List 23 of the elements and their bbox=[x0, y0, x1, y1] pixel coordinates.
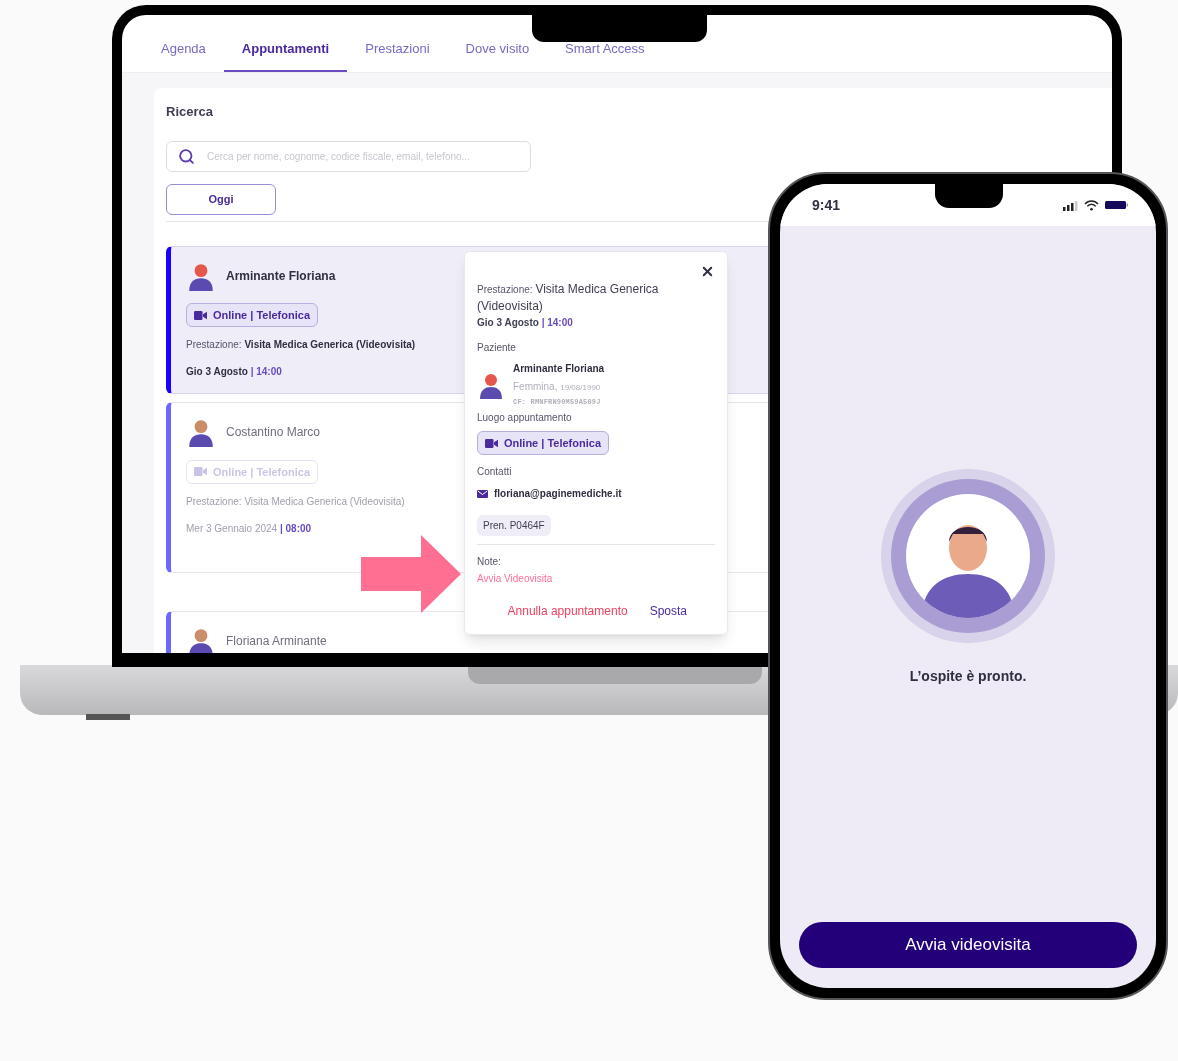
guest-ready-message: L’ospite è pronto. bbox=[909, 667, 1027, 686]
search-title: Ricerca bbox=[166, 103, 214, 121]
location-badge: Online | Telefonica bbox=[186, 459, 318, 484]
patient-name: Floriana Arminante bbox=[226, 633, 327, 650]
service-text: Prestazione: Visita Medica Generica (Videovisita) bbox=[186, 338, 416, 353]
status-time: 9:41 bbox=[812, 195, 841, 215]
patient-label: Paziente bbox=[477, 341, 517, 355]
appointment-datetime: Mer 3 Gennaio 2024 | 08:00 bbox=[186, 522, 312, 536]
location-badge: Online | Telefonica bbox=[186, 302, 318, 328]
patient-details: Femmina, 19/08/1990 bbox=[513, 380, 602, 394]
booking-code-badge: Pren. P0464F bbox=[477, 515, 551, 537]
notes-label: Note: bbox=[477, 555, 502, 570]
patient-name: Arminante Floriana bbox=[513, 362, 605, 376]
patient-name: Arminante Floriana bbox=[226, 267, 336, 285]
location-label: Luogo appuntamento bbox=[477, 410, 573, 425]
appointment-datetime: Gio 3 Agosto | 14:00 bbox=[186, 365, 282, 380]
patient-name: Costantino Marco bbox=[226, 424, 321, 442]
service-text: Prestazione: Visita Medica Generica (Videovisita) bbox=[186, 495, 405, 509]
appointment-datetime: Gio 3 Agosto | 14:00 bbox=[477, 316, 574, 330]
contacts-label: Contatti bbox=[477, 465, 513, 480]
email-text: floriana@paginemediche.it bbox=[494, 487, 622, 502]
service-text: Prestazione: Visita Medica Generica (Videovisita) bbox=[477, 281, 660, 315]
location-badge: Online | Telefonica bbox=[477, 430, 609, 456]
